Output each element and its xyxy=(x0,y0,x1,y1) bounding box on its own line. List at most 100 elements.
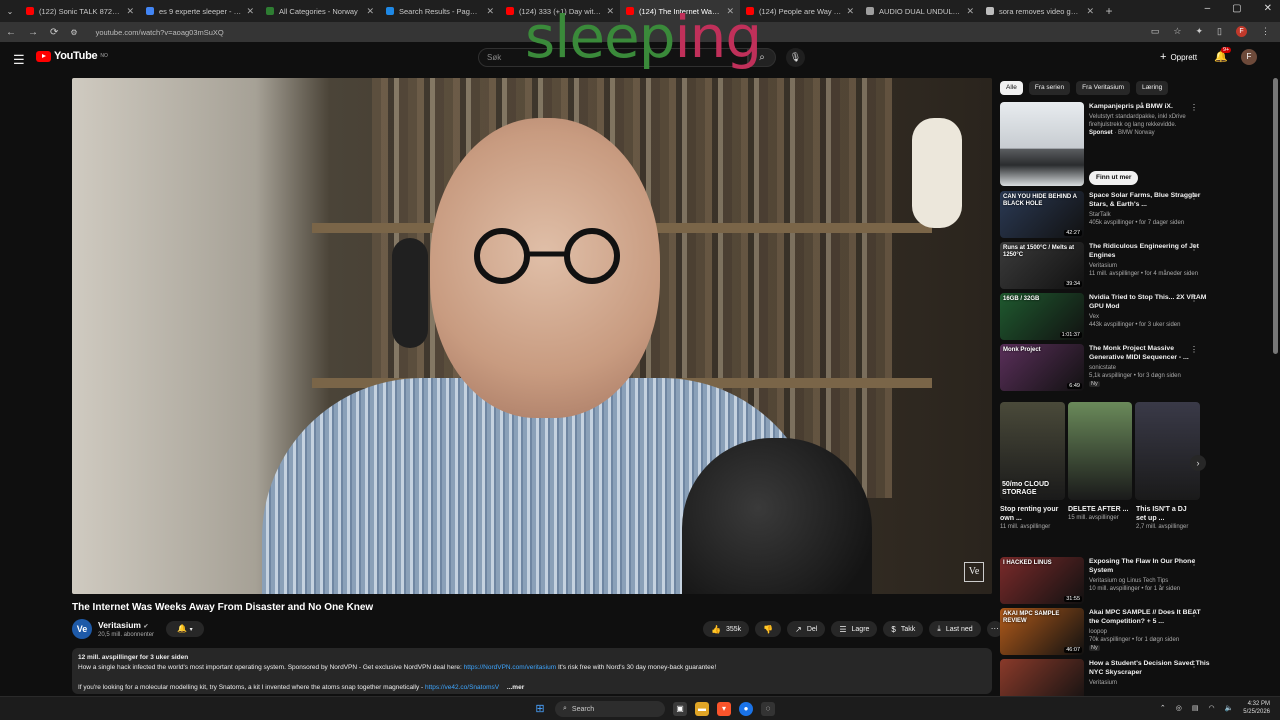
account-avatar[interactable]: F xyxy=(1241,49,1257,65)
video-player[interactable]: Ve xyxy=(72,78,992,594)
recommended-video[interactable]: AKAI MPC SAMPLE REVIEW 46:07 Akai MPC SAMP… xyxy=(1000,608,1210,655)
video-thumbnail[interactable]: CAN YOU HIDE BEHIND A BLACK HOLE 42:27 xyxy=(1000,191,1084,238)
extensions-icon[interactable]: ✦ xyxy=(1196,26,1204,37)
browser-tab[interactable]: sora removes video generating ✕ xyxy=(980,0,1100,22)
tab-close-icon[interactable]: ✕ xyxy=(246,6,254,17)
short-meta[interactable]: This ISN'T a DJ set up ... 2,7 mill. avsp… xyxy=(1136,505,1198,531)
channel-watermark[interactable]: Ve xyxy=(964,562,984,582)
tab-title: es 9 experte sleeper - Google S xyxy=(159,6,241,16)
shorts-next-chevron-icon[interactable]: › xyxy=(1190,455,1206,471)
back-icon[interactable]: ← xyxy=(6,27,16,38)
notification-badge: 9+ xyxy=(1221,47,1232,53)
show-more-link[interactable]: ...mer xyxy=(507,684,524,691)
ad-cta-button[interactable]: Finn ut mer xyxy=(1089,171,1139,185)
subscription-bell-button[interactable]: 🔔 ▾ xyxy=(166,621,204,637)
short-thumbnail[interactable]: 50/mo CLOUD STORAGE xyxy=(1000,402,1065,500)
chrome-browser-icon[interactable]: ● xyxy=(739,702,753,716)
share-button[interactable]: ↗ Del xyxy=(787,621,826,637)
video-description[interactable]: 12 mill. avspillinger for 3 uker siden H… xyxy=(72,648,992,694)
recommended-video[interactable]: Monk Project 6:49 The Monk Project Massive… xyxy=(1000,344,1210,391)
voice-search-button[interactable]: 🎙 xyxy=(786,48,805,67)
windows-start-icon[interactable]: ⊞ xyxy=(533,702,547,716)
like-button[interactable]: 👍 355k xyxy=(703,621,750,637)
tray-app-icon[interactable]: ◎ xyxy=(1176,704,1182,712)
short-meta[interactable]: DELETE AFTER ... 15 mill. avspillinger xyxy=(1068,505,1130,522)
short-thumbnail[interactable] xyxy=(1067,402,1133,500)
browser-menu-icon[interactable]: ⋮ xyxy=(1261,26,1270,37)
thanks-button[interactable]: $ Takk xyxy=(883,621,924,637)
recommended-video[interactable]: 16GB / 32GB 1:01:37 Nvidia Tried to Stop T… xyxy=(1000,293,1210,340)
filter-chip[interactable]: Fra serien xyxy=(1028,81,1071,95)
minimize-icon[interactable]: – xyxy=(1205,3,1211,14)
taskbar-search[interactable]: ⌕ Search xyxy=(555,701,665,717)
video-thumbnail[interactable]: I HACKED LINUS 31:55 xyxy=(1000,557,1084,604)
app-icon[interactable]: ◌ xyxy=(761,702,775,716)
system-clock[interactable]: 4:32 PM 5/25/2026 xyxy=(1243,700,1270,716)
url-field[interactable]: youtube.com/watch?v=aoag03mSuXQ xyxy=(96,28,224,37)
browser-tab[interactable]: Search Results - Page 1 - "dual ✕ xyxy=(380,0,500,22)
channel-avatar[interactable]: Ve xyxy=(72,619,92,639)
description-link-nordvpn[interactable]: https://NordVPN.com/veritasium xyxy=(464,664,556,671)
video-thumbnail[interactable]: Runs at 1500°C / Melts at 1250°C 39:34 xyxy=(1000,242,1084,289)
filter-chip[interactable]: Alle xyxy=(1000,81,1023,95)
reload-icon[interactable]: ⟳ xyxy=(50,27,58,38)
short-thumbnail[interactable] xyxy=(1135,402,1201,500)
ad-thumbnail[interactable] xyxy=(1000,102,1084,186)
brave-browser-icon[interactable]: ▾ xyxy=(717,702,731,716)
save-button[interactable]: ☰ Lagre xyxy=(831,621,878,637)
tab-close-icon[interactable]: ✕ xyxy=(846,6,854,17)
create-button[interactable]: + Opprett xyxy=(1160,51,1197,63)
short-title: Stop renting your own ... xyxy=(1000,506,1059,522)
recommended-video[interactable]: Runs at 1500°C / Melts at 1250°C 39:34 The… xyxy=(1000,242,1210,289)
filter-chip[interactable]: Læring xyxy=(1136,81,1169,95)
browser-tab[interactable]: AUDIO DUAL UNDULA OSCILL ✕ xyxy=(860,0,980,22)
video-menu-icon[interactable]: ⋮ xyxy=(1190,243,1198,252)
video-menu-icon[interactable]: ⋮ xyxy=(1190,660,1198,669)
download-button[interactable]: ⤓ Last ned xyxy=(929,621,981,637)
dislike-button[interactable]: 👎 xyxy=(755,621,782,637)
file-explorer-icon[interactable]: ▬ xyxy=(695,702,709,716)
task-view-icon[interactable]: ▣ xyxy=(673,702,687,716)
video-menu-icon[interactable]: ⋮ xyxy=(1190,294,1198,303)
channel-name[interactable]: Veritasium ✔ xyxy=(98,620,148,630)
video-menu-icon[interactable]: ⋮ xyxy=(1190,345,1198,354)
cast-icon[interactable]: ▭ xyxy=(1151,26,1160,37)
video-menu-icon[interactable]: ⋮ xyxy=(1190,558,1198,567)
page-scrollbar[interactable] xyxy=(1273,78,1278,354)
recommended-video[interactable]: I HACKED LINUS 31:55 Exposing The Flaw In … xyxy=(1000,557,1210,604)
video-menu-icon[interactable]: ⋮ xyxy=(1190,192,1198,201)
bookmark-star-icon[interactable]: ☆ xyxy=(1173,26,1181,37)
new-tab-button[interactable]: + xyxy=(1100,4,1118,18)
youtube-logo[interactable]: YouTube NO xyxy=(36,50,108,62)
filter-chip[interactable]: Fra Veritasium xyxy=(1076,81,1131,95)
site-info-icon[interactable]: ⚙ xyxy=(70,28,77,37)
browser-tab[interactable]: All Categories - Norway ✕ xyxy=(260,0,380,22)
browser-profile-avatar[interactable]: F xyxy=(1236,26,1247,37)
tray-app-icon[interactable]: ▤ xyxy=(1192,704,1199,712)
tab-search-chevron-icon[interactable]: ⌄ xyxy=(0,7,20,16)
recommended-video[interactable]: CAN YOU HIDE BEHIND A BLACK HOLE 42:27 Spa… xyxy=(1000,191,1210,238)
tab-close-icon[interactable]: ✕ xyxy=(966,6,974,17)
tab-close-icon[interactable]: ✕ xyxy=(126,6,134,17)
tab-close-icon[interactable]: ✕ xyxy=(486,6,494,17)
video-thumbnail[interactable]: AKAI MPC SAMPLE REVIEW 46:07 xyxy=(1000,608,1084,655)
video-menu-icon[interactable]: ⋮ xyxy=(1190,609,1198,618)
video-thumbnail[interactable]: Monk Project 6:49 xyxy=(1000,344,1084,391)
wifi-icon[interactable]: ◠ xyxy=(1208,704,1214,712)
short-meta[interactable]: Stop renting your own ... 11 mill. avspil… xyxy=(1000,505,1062,531)
close-window-icon[interactable]: ✕ xyxy=(1264,3,1272,14)
maximize-icon[interactable]: ▢ xyxy=(1232,3,1241,14)
tab-close-icon[interactable]: ✕ xyxy=(366,6,374,17)
forward-icon[interactable]: → xyxy=(28,27,38,38)
description-link-snatoms[interactable]: https://ve42.co/SnatomsV xyxy=(425,684,499,691)
volume-icon[interactable]: 🔈 xyxy=(1225,704,1234,712)
tray-chevron-icon[interactable]: ⌃ xyxy=(1160,704,1166,712)
browser-tab[interactable]: (122) Sonic TALK 872 - Nadia S ✕ xyxy=(20,0,140,22)
sidebar-icon[interactable]: ▯ xyxy=(1217,26,1222,37)
taskbar-search-label: Search xyxy=(571,705,595,713)
menu-hamburger-icon[interactable]: ☰ xyxy=(13,52,25,68)
ad-menu-icon[interactable]: ⋮ xyxy=(1190,103,1198,112)
video-thumbnail[interactable]: 16GB / 32GB 1:01:37 xyxy=(1000,293,1084,340)
tab-close-icon[interactable]: ✕ xyxy=(1086,6,1094,17)
browser-tab[interactable]: es 9 experte sleeper - Google S ✕ xyxy=(140,0,260,22)
